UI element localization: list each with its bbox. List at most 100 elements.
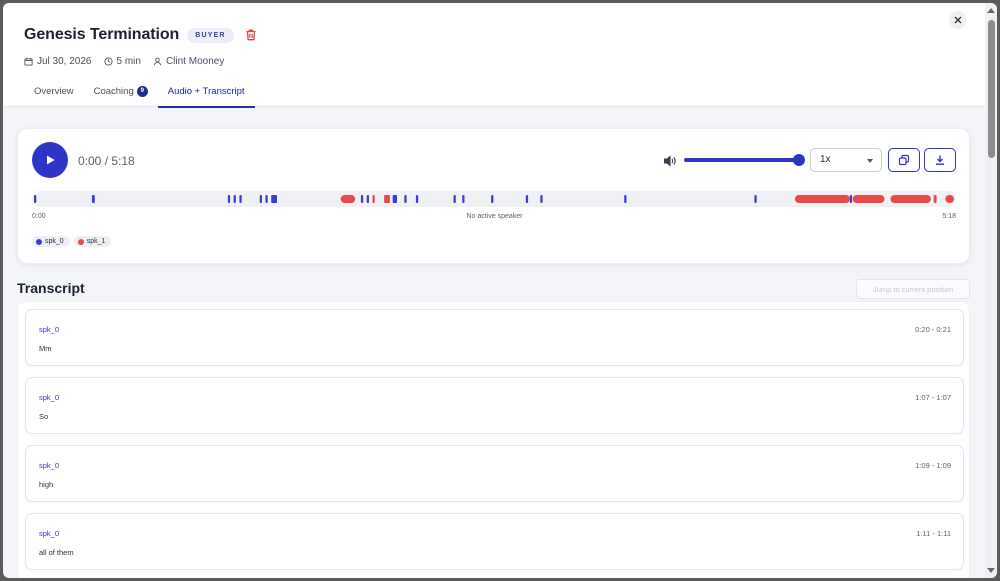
timeline-segment-spk-0[interactable] (265, 195, 268, 203)
timeline-segment-spk-0[interactable] (259, 195, 262, 203)
tab-coaching-label: Coaching (93, 86, 134, 97)
timeline-segment-spk-1[interactable] (933, 195, 937, 203)
tab-audio-transcript[interactable]: Audio + Transcript (157, 83, 255, 108)
duration-text: 5 min (116, 56, 141, 67)
timeline-end-label: 5:18 (942, 213, 956, 220)
volume-slider-handle[interactable] (793, 154, 805, 166)
meta-row: Jul 30, 2026 5 min Clint Mooney (24, 56, 236, 67)
transcript-speaker: spk_0 (39, 529, 60, 538)
transcript-time: 0:20 - 0:21 (915, 325, 951, 334)
timeline-segment-spk-0[interactable] (271, 195, 277, 203)
scroll-up-arrow-icon[interactable] (987, 8, 995, 13)
chevron-down-icon (867, 159, 873, 163)
legend-speaker-1-label: spk_1 (86, 238, 106, 245)
timeline-segment-spk-0[interactable] (540, 195, 543, 203)
trash-icon[interactable] (244, 28, 258, 42)
timeline-segment-spk-0[interactable] (849, 195, 853, 203)
page-scrollbar[interactable] (985, 3, 997, 578)
meta-duration: 5 min (103, 56, 141, 67)
transcript-text: all of them (39, 548, 74, 557)
timeline-segment-spk-1[interactable] (945, 195, 954, 203)
play-icon (47, 155, 55, 165)
modal-header: Genesis Termination BUYER Jul 30, 2026 5… (3, 3, 985, 108)
transcript-text: So (39, 412, 49, 421)
date-text: Jul 30, 2026 (37, 56, 92, 67)
tab-overview-label: Overview (34, 86, 74, 97)
download-button[interactable] (924, 148, 956, 172)
calendar-icon (24, 57, 33, 66)
timeline-segment-spk-0[interactable] (491, 195, 494, 203)
speaker-1-dot (77, 238, 84, 245)
transcript-entry[interactable]: spk_0 0:20 - 0:21 Mm (25, 309, 964, 366)
jump-to-current-position-button[interactable]: Jump to current position (856, 279, 970, 299)
transcript-entry[interactable]: spk_0 1:07 - 1:07 So (25, 377, 964, 434)
timeline-segment-spk-0[interactable] (239, 195, 242, 203)
transcript-time: 1:07 - 1:07 (915, 393, 951, 402)
tab-coaching[interactable]: Coaching 9 (84, 83, 158, 107)
call-title: Genesis Termination (24, 26, 180, 43)
coaching-count-badge: 9 (136, 86, 148, 97)
transcript-text: Mm (39, 344, 52, 353)
transcript-time: 1:09 - 1:09 (915, 461, 951, 470)
timeline-segment-spk-1[interactable] (852, 195, 885, 203)
timeline-segment-spk-0[interactable] (360, 195, 364, 203)
time-display: 0:00 / 5:18 (78, 154, 135, 168)
tab-bar: Overview Coaching 9 Audio + Transcript (24, 83, 255, 108)
timeline-segment-spk-1[interactable] (890, 195, 931, 203)
timeline-segment-spk-0[interactable] (404, 195, 407, 203)
timeline-segment-spk-1[interactable] (794, 195, 850, 203)
legend-speaker-1[interactable]: spk_1 (73, 236, 112, 247)
role-badge: BUYER (187, 27, 234, 43)
timeline-segment-spk-0[interactable] (415, 195, 419, 203)
speaker-legend: spk_0 spk_1 (32, 236, 115, 247)
play-button[interactable] (32, 142, 68, 178)
transcript-speaker: spk_0 (39, 461, 60, 470)
tab-audio-transcript-label: Audio + Transcript (167, 86, 245, 97)
copy-icon (898, 154, 910, 166)
scroll-down-arrow-icon[interactable] (987, 568, 995, 573)
transcript-entry[interactable]: spk_0 1:11 - 1:11 all of them (25, 513, 964, 570)
timeline-segment-spk-0[interactable] (392, 195, 397, 203)
timeline-segment-spk-0[interactable] (233, 195, 236, 203)
title-row: Genesis Termination BUYER (24, 26, 258, 44)
timeline-segment-spk-0[interactable] (91, 195, 95, 203)
playback-speed-select[interactable]: 1x (810, 148, 882, 172)
transcript-time: 1:11 - 1:11 (916, 529, 951, 538)
owner-text: Clint Mooney (165, 56, 225, 67)
timeline-segment-spk-0[interactable] (525, 195, 529, 203)
playback-speed-value: 1x (820, 154, 831, 165)
transcript-speaker: spk_0 (39, 393, 60, 402)
speaker-timeline[interactable] (32, 191, 956, 207)
user-icon (153, 57, 162, 66)
close-icon (954, 16, 962, 24)
tab-overview[interactable]: Overview (24, 83, 84, 107)
timeline-segment-spk-0[interactable] (366, 195, 369, 203)
audio-player: 0:00 / 5:18 1x 0:00 No active speaker 5:… (17, 128, 970, 264)
transcript-list: spk_0 0:20 - 0:21 Mm spk_0 1:07 - 1:07 S… (17, 301, 970, 578)
timeline-segment-spk-1[interactable] (384, 195, 390, 203)
timeline-segment-spk-0[interactable] (624, 195, 627, 203)
close-button[interactable] (949, 11, 967, 29)
timeline-segment-spk-0[interactable] (462, 195, 465, 203)
timeline-segment-spk-0[interactable] (453, 195, 456, 203)
legend-speaker-0[interactable]: spk_0 (32, 236, 70, 247)
copy-button[interactable] (888, 148, 920, 172)
timeline-segment-spk-0[interactable] (34, 195, 37, 203)
speaker-0-dot (36, 238, 42, 245)
speaker-timeline-segments (34, 195, 954, 203)
timeline-status: No active speaker (466, 213, 523, 220)
timeline-segment-spk-0[interactable] (754, 195, 757, 203)
volume-icon[interactable] (663, 154, 677, 172)
transcript-entry[interactable]: spk_0 1:09 - 1:09 high (25, 445, 964, 502)
timeline-segment-spk-0[interactable] (227, 195, 231, 203)
timeline-segment-spk-1[interactable] (372, 195, 375, 203)
meta-date: Jul 30, 2026 (24, 56, 92, 67)
transcript-speaker: spk_0 (39, 325, 60, 334)
transcript-text: high (39, 480, 54, 489)
transcript-heading: Transcript (17, 280, 85, 296)
call-detail-modal: Genesis Termination BUYER Jul 30, 2026 5… (3, 3, 997, 578)
clock-icon (103, 57, 113, 66)
volume-slider[interactable] (684, 154, 805, 166)
scrollbar-thumb[interactable] (988, 20, 995, 158)
timeline-segment-spk-1[interactable] (340, 195, 356, 203)
